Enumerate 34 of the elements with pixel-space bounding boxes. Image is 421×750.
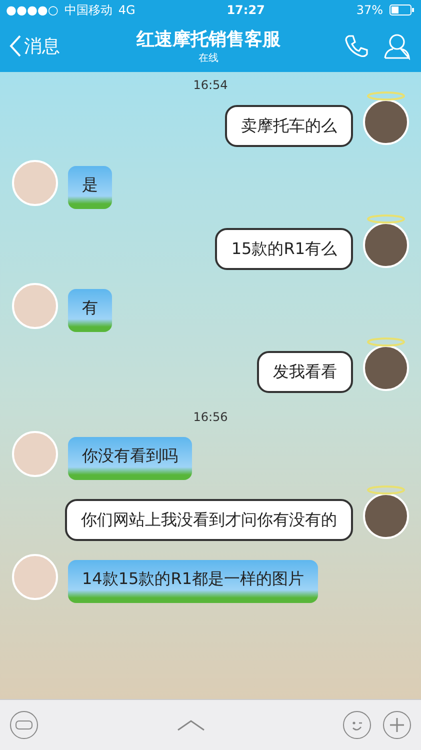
status-time: 17:27	[226, 3, 266, 17]
chat-title: 红速摩托销售客服	[136, 28, 280, 51]
chevron-icon	[8, 34, 22, 58]
avatar[interactable]	[363, 99, 409, 145]
message-bubble: 15款的R1有么	[215, 228, 353, 270]
battery-icon	[389, 4, 415, 16]
signal-dots: ●●●●○	[6, 3, 58, 17]
timestamp: 16:54	[193, 78, 228, 92]
expand-icon[interactable]	[176, 719, 206, 731]
plus-icon[interactable]	[383, 711, 411, 739]
avatar[interactable]	[363, 345, 409, 391]
back-button[interactable]: 消息	[8, 34, 88, 58]
battery-percent: 37%	[356, 3, 383, 17]
avatar[interactable]	[363, 493, 409, 539]
phone-icon[interactable]	[343, 33, 369, 59]
emoji-icon[interactable]	[343, 711, 371, 739]
message-bubble: 卖摩托车的么	[225, 105, 353, 147]
halo-icon	[366, 337, 406, 347]
timestamp: 16:56	[193, 410, 228, 424]
message-bubble: 你们网站上我没看到才问你有没有的	[65, 499, 353, 541]
voice-icon[interactable]	[10, 711, 38, 739]
message-bubble: 你没有看到吗	[68, 437, 192, 480]
online-status: 在线	[198, 52, 218, 65]
network-type: 4G	[118, 3, 136, 17]
avatar[interactable]	[363, 222, 409, 268]
halo-icon	[366, 91, 406, 101]
halo-icon	[366, 485, 406, 495]
halo-icon	[366, 214, 406, 224]
profile-icon[interactable]	[383, 32, 411, 60]
carrier-name: 中国移动	[64, 2, 112, 18]
message-bubble: 14款15款的R1都是一样的图片	[68, 560, 318, 603]
message-bubble: 是	[68, 166, 112, 209]
message-bubble: 发我看看	[257, 351, 353, 393]
message-bubble: 有	[68, 289, 112, 332]
